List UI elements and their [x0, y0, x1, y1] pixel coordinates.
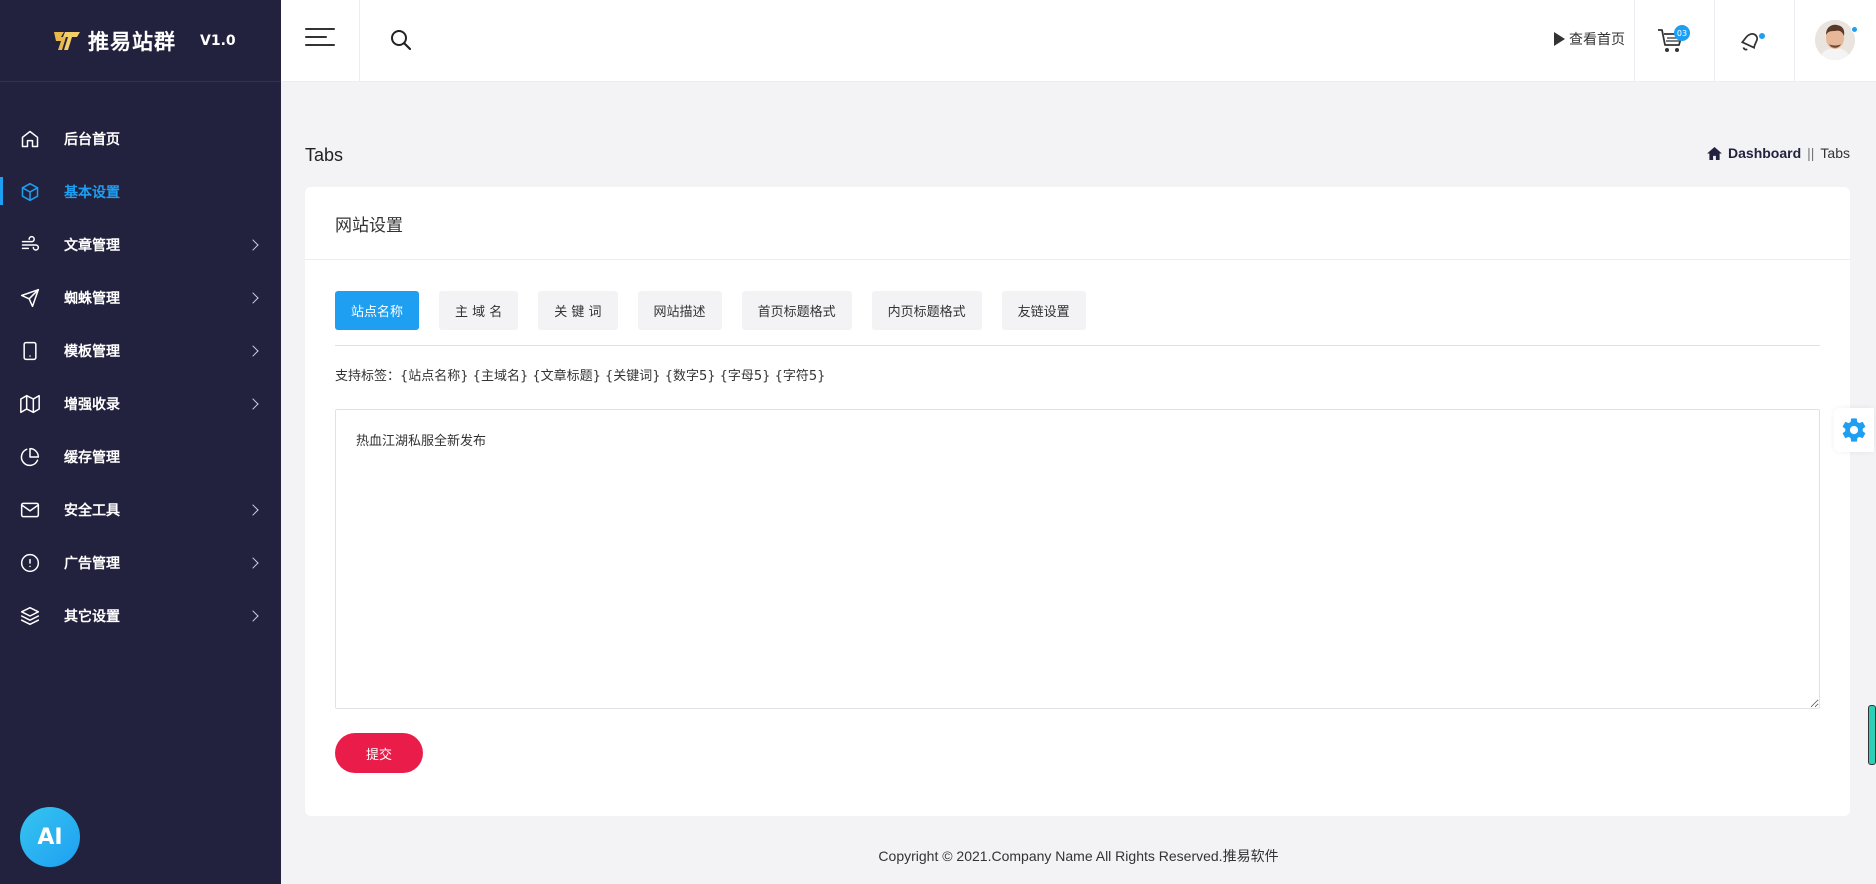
gear-icon	[1842, 418, 1866, 442]
home-icon	[1707, 146, 1722, 160]
breadcrumb: Dashboard || Tabs	[1707, 145, 1850, 161]
settings-gear-button[interactable]	[1834, 408, 1874, 452]
top-header: 查看首页 03	[281, 0, 1876, 82]
header-divider	[1794, 0, 1795, 82]
tabs-divider	[335, 345, 1820, 346]
breadcrumb-home-link[interactable]: Dashboard	[1728, 145, 1801, 161]
chevron-right-icon	[247, 344, 259, 357]
site-name-textarea[interactable]: 热血江湖私服全新发布	[335, 409, 1820, 709]
tab-main-domain[interactable]: 主 域 名	[439, 291, 519, 330]
alert-circle-icon	[18, 551, 42, 575]
brand[interactable]: 推易站群 V1.0	[0, 0, 281, 82]
pie-chart-icon	[18, 445, 42, 469]
notification-dot	[1759, 33, 1765, 39]
submit-button[interactable]: 提交	[335, 733, 423, 773]
settings-tabs: 站点名称 主 域 名 关 键 词 网站描述 首页标题格式 内页标题格式 友链设置	[335, 291, 1106, 330]
sidebar-item-label: 模板管理	[64, 343, 120, 360]
chevron-right-icon	[247, 503, 259, 516]
sidebar-menu: 后台首页 基本设置 文章管理 蜘蛛管理 模板管理 增强收录 缓存管理 安全工具 …	[0, 112, 281, 642]
sidebar-item-label: 基本设置	[64, 184, 120, 201]
brand-name: 推易站群	[88, 29, 176, 54]
wind-icon	[18, 233, 42, 257]
sidebar-item-label: 安全工具	[64, 502, 120, 519]
chevron-right-icon	[247, 556, 259, 569]
sidebar-item-label: 后台首页	[64, 131, 120, 148]
online-status-dot	[1851, 26, 1858, 33]
tab-inner-title-format[interactable]: 内页标题格式	[871, 291, 982, 330]
map-icon	[18, 392, 42, 416]
sidebar-item-label: 增强收录	[64, 396, 120, 413]
chevron-right-icon	[247, 609, 259, 622]
sidebar-item-templates[interactable]: 模板管理	[0, 324, 281, 377]
supported-tags-text: 支持标签：{站点名称} {主域名} {文章标题} {关键词} {数字5} {字母…	[335, 369, 826, 384]
tab-home-title-format[interactable]: 首页标题格式	[741, 291, 852, 330]
tab-friend-links[interactable]: 友链设置	[1001, 291, 1086, 330]
sidebar-item-security[interactable]: 安全工具	[0, 483, 281, 536]
tab-keywords[interactable]: 关 键 词	[538, 291, 618, 330]
tablet-icon	[18, 339, 42, 363]
card-title: 网站设置	[335, 216, 403, 236]
cube-icon	[18, 180, 42, 204]
settings-card: 网站设置 站点名称 主 域 名 关 键 词 网站描述 首页标题格式 内页标题格式…	[305, 187, 1850, 816]
sidebar-item-cache[interactable]: 缓存管理	[0, 430, 281, 483]
footer-copyright: Copyright © 2021.Company Name All Rights…	[878, 848, 1279, 864]
card-divider	[305, 259, 1850, 260]
sidebar-item-articles[interactable]: 文章管理	[0, 218, 281, 271]
send-icon	[18, 286, 42, 310]
sidebar-item-label: 蜘蛛管理	[64, 290, 120, 307]
sidebar-item-indexing[interactable]: 增强收录	[0, 377, 281, 430]
breadcrumb-separator: ||	[1807, 145, 1815, 161]
view-homepage-label: 查看首页	[1569, 32, 1625, 48]
search-icon[interactable]	[389, 28, 413, 52]
header-divider	[359, 0, 360, 82]
sidebar-item-other-settings[interactable]: 其它设置	[0, 589, 281, 642]
view-homepage-link[interactable]: 查看首页	[1554, 29, 1625, 49]
sidebar-item-basic-settings[interactable]: 基本设置	[0, 165, 281, 218]
sidebar-item-label: 广告管理	[64, 555, 120, 572]
bell-icon[interactable]	[1737, 28, 1763, 54]
header-divider	[1714, 0, 1715, 82]
sidebar-item-spiders[interactable]: 蜘蛛管理	[0, 271, 281, 324]
tab-site-name[interactable]: 站点名称	[335, 291, 420, 330]
scrollbar-thumb[interactable]	[1868, 705, 1876, 765]
play-icon	[1554, 32, 1565, 46]
layers-icon	[18, 604, 42, 628]
cart-count-badge: 03	[1674, 25, 1690, 41]
avatar[interactable]	[1815, 20, 1855, 60]
header-divider	[1634, 0, 1635, 82]
chevron-right-icon	[247, 397, 259, 410]
ai-button[interactable]: AI	[20, 807, 80, 867]
chevron-right-icon	[247, 291, 259, 304]
sidebar-item-label: 缓存管理	[64, 449, 120, 466]
version-label: V1.0	[200, 32, 236, 49]
chevron-right-icon	[247, 238, 259, 251]
sidebar-item-dashboard[interactable]: 后台首页	[0, 112, 281, 165]
mail-icon	[18, 498, 42, 522]
sidebar-item-label: 其它设置	[64, 608, 120, 625]
brand-logo-icon	[52, 29, 82, 53]
home-icon	[18, 127, 42, 151]
menu-toggle-icon[interactable]	[305, 28, 335, 50]
breadcrumb-current: Tabs	[1820, 145, 1850, 161]
sidebar: 推易站群 V1.0 后台首页 基本设置 文章管理 蜘蛛管理 模板管理 增强收录 …	[0, 0, 281, 884]
tab-site-description[interactable]: 网站描述	[637, 291, 722, 330]
sidebar-item-label: 文章管理	[64, 237, 120, 254]
page-title: Tabs	[305, 145, 344, 165]
sidebar-item-ads[interactable]: 广告管理	[0, 536, 281, 589]
